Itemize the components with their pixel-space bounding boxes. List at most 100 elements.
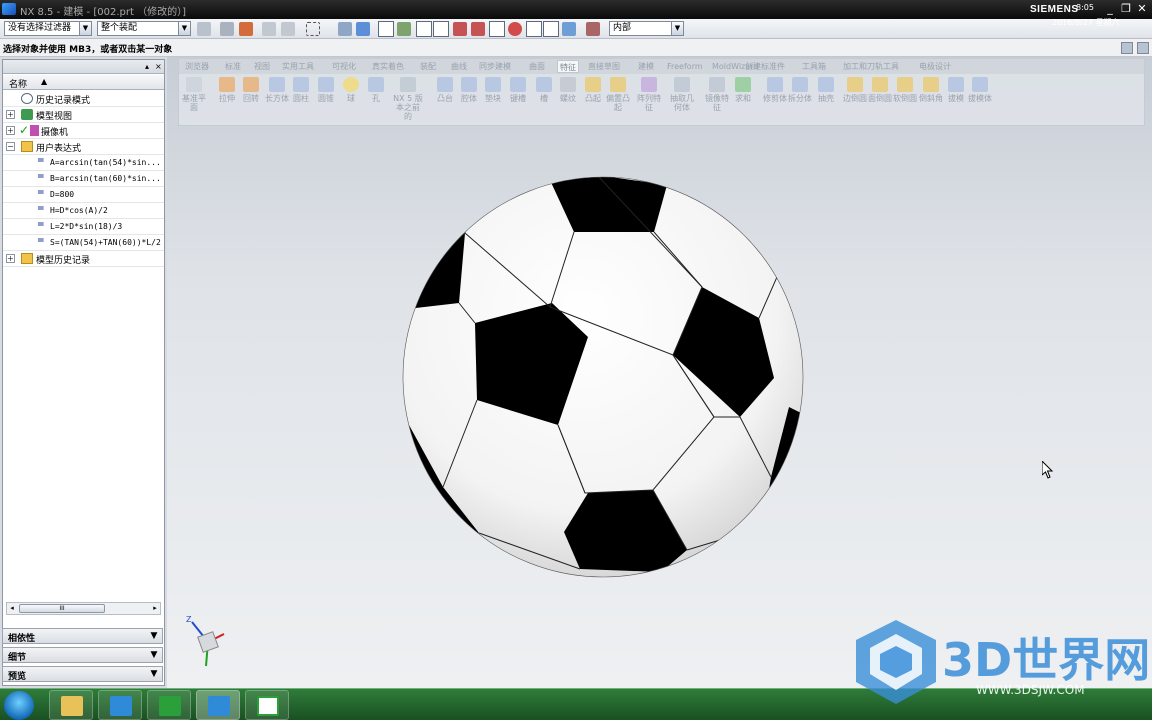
snap-intersection-icon[interactable]: [471, 22, 485, 36]
chevron-down-icon[interactable]: ▼: [79, 22, 91, 35]
snap-quadrant-icon[interactable]: [508, 22, 522, 36]
tab-synchronous[interactable]: 同步建模: [477, 60, 513, 73]
chevron-down-icon[interactable]: ▼: [148, 630, 160, 642]
resource-bar-icon[interactable]: [1121, 42, 1133, 54]
taskbar-app[interactable]: [196, 690, 240, 720]
ribbon-item-datum-plane[interactable]: 基准平面: [179, 77, 209, 112]
snap-tangent-icon[interactable]: [262, 22, 276, 36]
expand-icon[interactable]: +: [6, 126, 15, 135]
tab-direct-sketch[interactable]: 直接草图: [586, 60, 622, 73]
minimize-icon[interactable]: ▴: [145, 62, 149, 71]
taskbar-app[interactable]: [49, 690, 93, 720]
ribbon-item-unite[interactable]: 求和: [728, 77, 758, 103]
filter-reset-icon[interactable]: [197, 22, 211, 36]
chevron-down-icon[interactable]: ▼: [671, 22, 683, 35]
taskbar-app[interactable]: [147, 690, 191, 720]
navigator-strip: ▴ ×: [3, 60, 164, 74]
minimize-button[interactable]: _: [1102, 1, 1118, 16]
tab-freeform[interactable]: Freeform: [665, 60, 705, 73]
close-button[interactable]: ✕: [1134, 1, 1150, 16]
tab-modeling[interactable]: 建模: [636, 60, 656, 73]
tab-toolbox[interactable]: 工具箱: [800, 60, 828, 73]
ribbon-item-pattern[interactable]: 阵列特征: [634, 77, 664, 112]
soccer-ball-model[interactable]: [167, 57, 1152, 688]
chevron-down-icon[interactable]: ▼: [148, 649, 160, 661]
dependencies-panel[interactable]: 相依性 ▼: [2, 628, 163, 644]
ribbon-item-offset-emboss[interactable]: 偏置凸起: [603, 77, 633, 112]
tree-item-expression[interactable]: = L=2*D*sin(18)/3: [3, 219, 164, 235]
snap-enable-button[interactable]: [378, 21, 394, 37]
tree-item-model-history[interactable]: + 模型历史记录: [3, 251, 164, 267]
snap-arc-center-button[interactable]: [489, 21, 505, 37]
ribbon-item-legacy[interactable]: NX 5 版本之前的: [393, 77, 423, 121]
taskbar-app[interactable]: [98, 690, 142, 720]
sort-ascending-icon[interactable]: ▲: [41, 77, 47, 86]
tree-item-expression[interactable]: = D=800: [3, 187, 164, 203]
tree-item-cameras[interactable]: + ✓ 摄像机: [3, 123, 164, 139]
restore-button[interactable]: ❐: [1118, 1, 1134, 16]
tree-item-expression[interactable]: = H=D*cos(A)/2: [3, 203, 164, 219]
tab-electrode-design[interactable]: 电极设计: [917, 60, 953, 73]
snap-face-icon[interactable]: [562, 22, 576, 36]
roles-icon[interactable]: [1137, 42, 1149, 54]
selection-intent-icon[interactable]: [239, 22, 253, 36]
work-layer-combo[interactable]: 内部 ▼: [609, 21, 684, 36]
layer-icon[interactable]: [586, 22, 600, 36]
taskbar-app[interactable]: [245, 690, 289, 720]
face-blend-icon: [872, 77, 888, 92]
tab-assembly[interactable]: 装配: [418, 60, 438, 73]
scroll-right-icon[interactable]: ▸: [150, 603, 160, 614]
horizontal-scrollbar[interactable]: ◂ III ▸: [6, 602, 161, 615]
graphics-window[interactable]: [167, 57, 1152, 688]
tab-view[interactable]: 视图: [252, 60, 272, 73]
column-header[interactable]: 名称 ▲: [3, 75, 164, 90]
ribbon-item-draft-body[interactable]: 拔模体: [965, 77, 995, 103]
pocket-icon: [461, 77, 477, 92]
type-filter-combo[interactable]: 没有选择过滤器 ▼: [4, 21, 92, 36]
scroll-thumb[interactable]: III: [19, 604, 105, 613]
collapse-icon[interactable]: −: [6, 142, 15, 151]
block-icon: [269, 77, 285, 92]
start-button[interactable]: [4, 691, 34, 720]
snap-control-icon[interactable]: [281, 22, 295, 36]
snap-control-point-icon[interactable]: [453, 22, 467, 36]
tree-item-expression[interactable]: = A=arcsin(tan(54)*sin...: [3, 155, 164, 171]
tab-machining-tools[interactable]: 加工和刀轨工具: [841, 60, 901, 73]
expand-icon[interactable]: +: [6, 254, 15, 263]
tab-browser[interactable]: 浏览器: [183, 60, 211, 73]
tab-standard-parts[interactable]: 创建标准件: [743, 60, 787, 73]
tree-item-user-expressions[interactable]: − 用户表达式: [3, 139, 164, 155]
select-faces-icon[interactable]: [338, 22, 352, 36]
tree-item-expression[interactable]: = S=(TAN(54)+TAN(60))*L/2: [3, 235, 164, 251]
ribbon-item-shell[interactable]: 抽壳: [811, 77, 841, 103]
mirror-icon: [709, 77, 725, 92]
snap-existing-point-button[interactable]: [526, 21, 542, 37]
ribbon-item-hole[interactable]: 孔: [361, 77, 391, 103]
tab-curve[interactable]: 曲线: [449, 60, 469, 73]
tab-surface[interactable]: 曲面: [527, 60, 547, 73]
tab-true-shading[interactable]: 真实着色: [370, 60, 406, 73]
tab-visualization[interactable]: 可视化: [330, 60, 358, 73]
snap-points-icon[interactable]: [397, 22, 411, 36]
snap-midpoint-button[interactable]: [433, 21, 449, 37]
ribbon-item-extract[interactable]: 抽取几何体: [667, 77, 697, 112]
chevron-down-icon[interactable]: ▼: [148, 668, 160, 680]
snap-point-on-curve-button[interactable]: [543, 21, 559, 37]
selection-scope-combo[interactable]: 整个装配 ▼: [97, 21, 191, 36]
tree-item-expression[interactable]: = B=arcsin(tan(60)*sin...: [3, 171, 164, 187]
tree-item-model-views[interactable]: + 模型视图: [3, 107, 164, 123]
tab-utilities[interactable]: 实用工具: [280, 60, 316, 73]
snap-endpoint-button[interactable]: [416, 21, 432, 37]
rectangle-select-icon[interactable]: [306, 22, 320, 36]
preview-panel[interactable]: 预览 ▼: [2, 666, 163, 682]
expand-icon[interactable]: +: [6, 110, 15, 119]
chevron-down-icon[interactable]: ▼: [178, 22, 190, 35]
close-icon[interactable]: ×: [155, 62, 162, 71]
select-bodies-icon[interactable]: [356, 22, 370, 36]
tree-item-history-mode[interactable]: 历史记录模式: [3, 91, 164, 107]
general-selection-icon[interactable]: [220, 22, 234, 36]
tab-standard[interactable]: 标准: [223, 60, 243, 73]
scroll-left-icon[interactable]: ◂: [7, 603, 17, 614]
tab-feature[interactable]: 特征: [557, 60, 579, 73]
details-panel[interactable]: 细节 ▼: [2, 647, 163, 663]
